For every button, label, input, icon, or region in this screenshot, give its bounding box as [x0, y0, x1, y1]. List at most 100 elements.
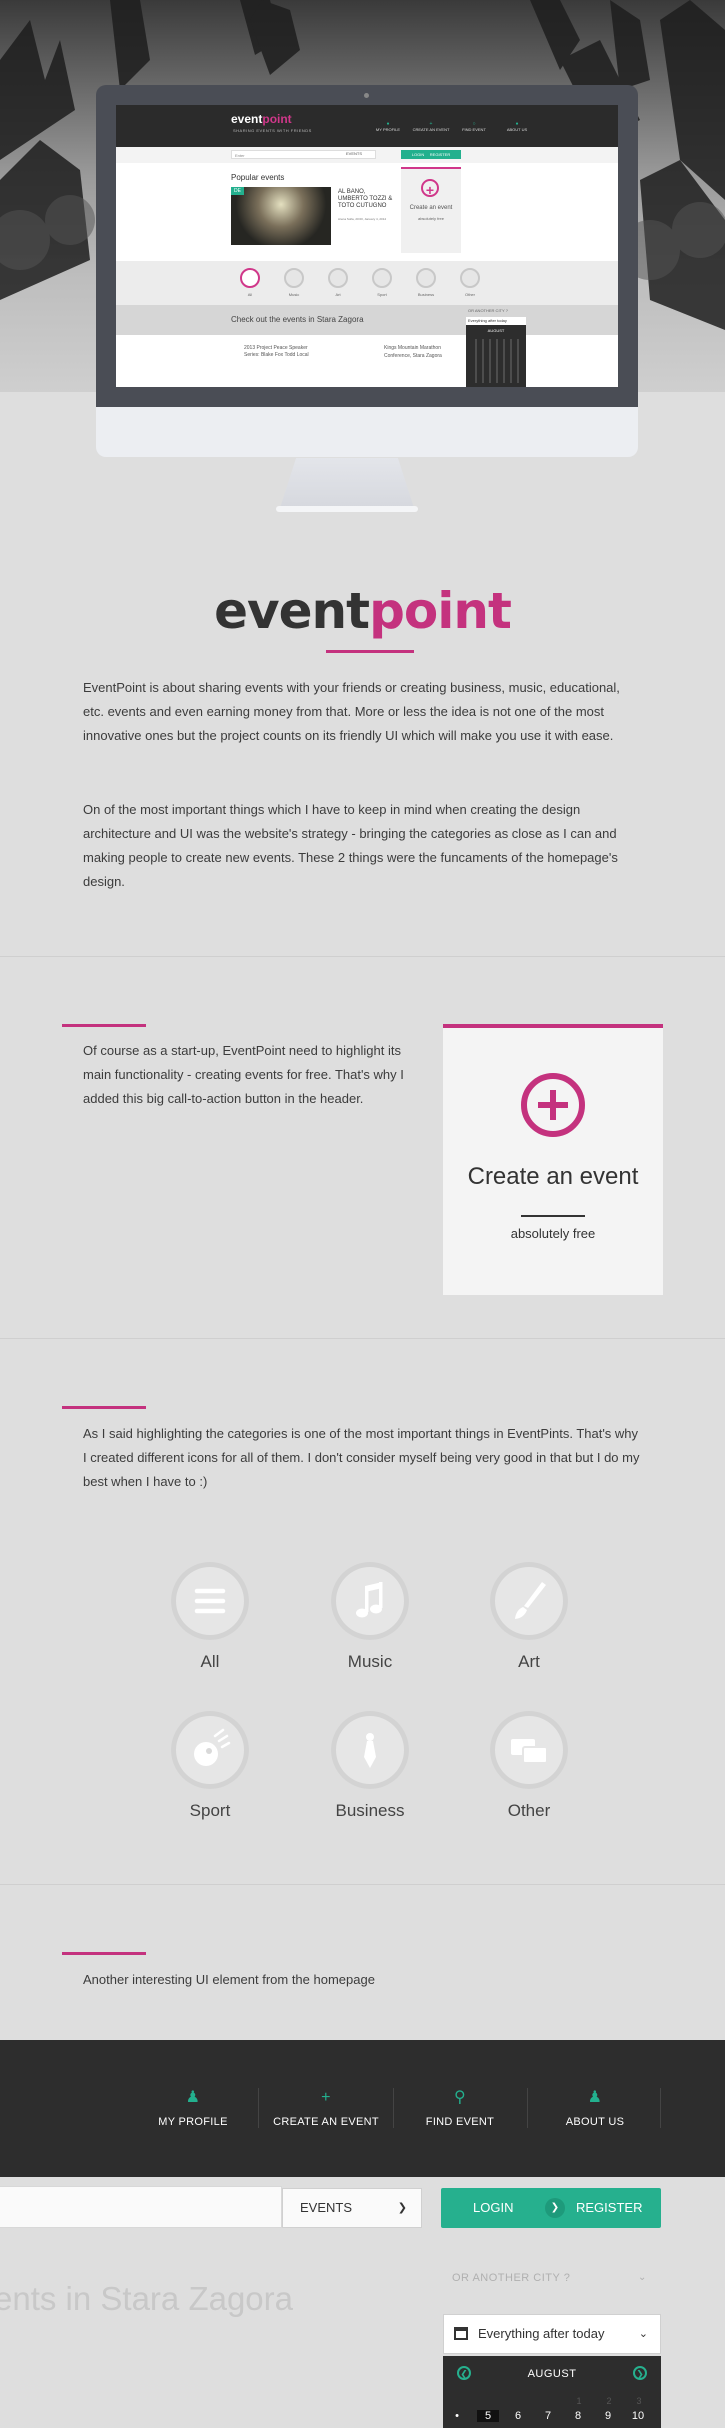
music-note-icon[interactable]	[331, 1562, 409, 1640]
calendar-day[interactable]: 7	[537, 2410, 559, 2422]
screen-nav-my-profile[interactable]: ● MY PROFILE	[368, 121, 408, 132]
nav-divider	[660, 2088, 661, 2128]
camera-dot	[364, 93, 369, 98]
screen-date-filter[interactable]: Everything after today	[466, 317, 526, 325]
logo-underline	[326, 650, 414, 653]
screen-city-select[interactable]: OR ANOTHER CITY ?	[468, 308, 508, 313]
screen-cat-label: Art	[335, 292, 341, 297]
monitor-mockup: eventpoint SHARING EVENTS WITH FRIENDS ●…	[96, 85, 638, 457]
chevron-down-icon[interactable]: ⌄	[638, 2272, 646, 2283]
section-accent-line	[62, 1406, 146, 1409]
section-accent-line	[62, 1024, 146, 1027]
calendar-day[interactable]: 6	[507, 2410, 529, 2422]
screen-header: eventpoint SHARING EVENTS WITH FRIENDS ●…	[116, 105, 618, 147]
calendar-day[interactable]: 3	[628, 2396, 650, 2406]
events-type-select[interactable]: EVENTS ❯	[282, 2188, 422, 2228]
screen-nav-create-event[interactable]: + CREATE AN EVENT	[411, 121, 451, 132]
screen-list-item-meta: Conference, Stara Zagora	[384, 353, 442, 359]
plus-icon: +	[321, 2089, 331, 2106]
calendar-day[interactable]: •	[446, 2410, 468, 2422]
screen-popular-heading: Popular events	[231, 173, 285, 182]
screen-create-title: Create an event	[409, 205, 453, 211]
screen-create-sub: absolutely free	[417, 216, 444, 221]
screen-create-card[interactable]: + Create an event absolutely free	[401, 167, 461, 253]
screen-plus-icon: +	[421, 179, 439, 198]
category-label-art: Art	[518, 1652, 540, 1671]
categories-paragraph: As I said highlighting the categories is…	[83, 1426, 640, 1489]
screen-logo[interactable]: eventpoint	[231, 112, 292, 126]
brush-icon[interactable]	[490, 1562, 568, 1640]
nav-divider	[258, 2088, 259, 2128]
category-label-music: Music	[347, 1652, 393, 1671]
screen-categories-strip	[116, 261, 618, 305]
next-month-icon[interactable]: ❯	[633, 2366, 647, 2380]
list-icon[interactable]	[171, 1562, 249, 1640]
screen-cat-music-icon[interactable]	[284, 268, 304, 288]
nav-about-us[interactable]: ♟ ABOUT US	[530, 2090, 660, 2129]
calendar-day[interactable]: 10	[627, 2410, 649, 2422]
category-label-other: Other	[507, 1801, 551, 1820]
screen-cat-business-icon[interactable]	[416, 268, 436, 288]
screen-nav-find-event[interactable]: ○ FIND EVENT	[454, 121, 494, 132]
calendar-dropdown: ❮ AUGUST ❯ 1 2 3 • 5 6 7 8 9 10	[443, 2356, 661, 2428]
screen-list-item[interactable]: 2013 Project Peace Speaker Series: Blake…	[244, 345, 314, 359]
events-heading: ents in Stara Zagora	[0, 2280, 293, 2317]
nav-find-event[interactable]: ⚲ FIND EVENT	[395, 2089, 525, 2129]
chat-bubbles-icon[interactable]	[490, 1711, 568, 1789]
screen-cat-label: All	[247, 292, 253, 297]
eventpoint-logo: eventpoint	[214, 582, 512, 640]
ball-icon[interactable]	[171, 1711, 249, 1789]
register-button[interactable]: REGISTER	[576, 2188, 642, 2228]
screen-list-item[interactable]: Kings Mountain Marathon	[384, 345, 454, 352]
section-accent-line	[62, 1952, 146, 1955]
nav-create-event[interactable]: + CREATE AN EVENT	[261, 2089, 391, 2129]
ui-paragraph: Another interesting UI element from the …	[83, 1972, 375, 1987]
calendar-day[interactable]: 9	[597, 2410, 619, 2422]
nav-my-profile[interactable]: ♟ MY PROFILE	[128, 2089, 258, 2129]
plus-circle-icon	[521, 1073, 585, 1137]
intro-paragraph-1: EventPoint is about sharing events with …	[83, 680, 620, 743]
search-icon: ⚲	[453, 2089, 467, 2106]
section-divider	[0, 1338, 725, 1339]
search-input[interactable]	[0, 2186, 282, 2228]
category-label-sport: Sport	[189, 1801, 231, 1820]
tie-icon[interactable]	[331, 1711, 409, 1789]
screen-event-title[interactable]: AL BANO, UMBERTO TOZZI & TOTO CUTUGNO	[338, 189, 393, 210]
nav-divider	[527, 2088, 528, 2128]
calendar-day[interactable]: 8	[567, 2410, 589, 2422]
section-divider	[0, 1884, 725, 1885]
chevron-down-icon: ❯	[397, 2202, 407, 2214]
login-button[interactable]: LOGIN	[473, 2188, 513, 2228]
create-event-title: Create an event	[467, 1163, 639, 1190]
screen-cat-sport-icon[interactable]	[372, 268, 392, 288]
screen-login-button[interactable]: LOGIN REGISTER	[401, 150, 461, 159]
section-divider	[0, 956, 725, 957]
create-event-card[interactable]: Create an event absolutely free	[443, 1024, 663, 1295]
screen-cat-all-icon[interactable]	[240, 268, 260, 288]
category-label-all: All	[200, 1652, 220, 1671]
calendar-icon	[454, 2327, 468, 2340]
city-select[interactable]: OR ANOTHER CITY ?	[452, 2272, 570, 2284]
monitor-screen: eventpoint SHARING EVENTS WITH FRIENDS ●…	[116, 105, 618, 387]
date-filter-select[interactable]: Everything after today ⌄	[443, 2314, 661, 2354]
monitor-bezel: eventpoint SHARING EVENTS WITH FRIENDS ●…	[96, 85, 638, 407]
calendar-month: AUGUST	[527, 2368, 577, 2380]
screen-cat-other-icon[interactable]	[460, 268, 480, 288]
screen-calendar-grid	[470, 339, 522, 383]
screen-calendar[interactable]: Everything after today AUGUST	[466, 317, 526, 387]
login-register-button[interactable]: LOGIN ❯ REGISTER	[441, 2188, 661, 2228]
calendar-day[interactable]: 2	[598, 2396, 620, 2406]
screen-event-image[interactable]: DE	[231, 187, 331, 245]
screen-cat-label: Other	[464, 292, 475, 297]
monitor-chin	[96, 407, 638, 457]
category-label-business: Business	[335, 1801, 405, 1820]
person-icon: ♟	[185, 2089, 201, 2106]
calendar-day-today[interactable]: 5	[477, 2410, 499, 2422]
chevron-right-icon: ❯	[545, 2198, 565, 2218]
screen-nav-about-us[interactable]: ● ABOUT US	[497, 121, 537, 132]
screen-cat-art-icon[interactable]	[328, 268, 348, 288]
calendar-day[interactable]: 1	[568, 2396, 590, 2406]
screen-event-meta: Arena Sofia, 20:00, January 4, 2014	[338, 217, 387, 221]
screen-tagline: SHARING EVENTS WITH FRIENDS	[233, 128, 312, 133]
screen-search-select[interactable]: EVENTS	[346, 151, 362, 156]
